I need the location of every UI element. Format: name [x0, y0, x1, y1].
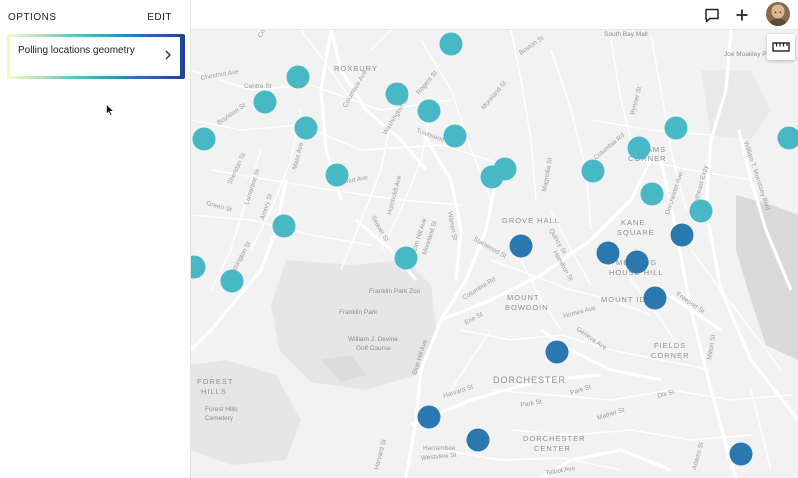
label-park-st: Park St: [520, 398, 542, 409]
options-header: OPTIONS EDIT: [0, 0, 191, 34]
label-erie-st: Erie St: [464, 311, 485, 327]
road-warren-st: [419, 129, 463, 281]
app-window: OPTIONS EDIT Polling locations geometry: [0, 0, 798, 478]
polling-location-point[interactable]: [385, 82, 409, 106]
label-chestnut-ave: Sheridan St: [226, 152, 247, 186]
polling-location-point[interactable]: [640, 182, 664, 206]
label-mount-bowdoin-1: MOUNT: [507, 293, 540, 302]
mouse-cursor-icon: [106, 104, 114, 116]
layer-card-body[interactable]: Polling locations geometry: [10, 37, 180, 76]
map-canvas[interactable]: Columbus Ave Washington St Washington St…: [191, 30, 798, 478]
avatar-photo: [766, 2, 790, 26]
polling-location-point[interactable]: [643, 286, 667, 310]
polling-location-point[interactable]: [729, 442, 753, 466]
label-green-st: Green St: [205, 200, 232, 214]
label-mather-st: Mather St: [596, 406, 625, 421]
label-golf-course-1: William J. Devine: [348, 336, 398, 343]
polling-location-point[interactable]: [272, 214, 296, 238]
label-dorchester-center-2: CENTER: [534, 444, 571, 453]
options-panel: OPTIONS EDIT Polling locations geometry: [0, 0, 191, 478]
polling-location-point[interactable]: [689, 199, 713, 223]
polling-location-point[interactable]: [417, 405, 441, 429]
label-dorchester-center-1: DORCHESTER: [523, 434, 586, 443]
label-mill-st: Milton St: [706, 334, 717, 360]
label-columbus-ave: Columbus Ave: [257, 30, 284, 39]
label-boston-st: Bynner St: [629, 86, 643, 116]
park-east: [701, 70, 771, 140]
polling-location-point[interactable]: [191, 255, 206, 279]
label-forest-hills-1: FOREST: [197, 377, 233, 386]
edit-button[interactable]: EDIT: [147, 12, 172, 23]
label-dix-st: Dix St: [657, 389, 676, 400]
label-magnolia-st: Magnolia St: [541, 157, 554, 192]
label-franklin-park-zoo: Franklin Park Zoo: [369, 288, 421, 295]
polling-location-point[interactable]: [545, 340, 569, 364]
polling-location-point[interactable]: [777, 126, 798, 150]
label-westview-st: Westview St: [421, 452, 457, 462]
polling-location-point[interactable]: [443, 124, 467, 148]
options-title: OPTIONS: [8, 12, 57, 23]
ruler-icon: [772, 42, 790, 52]
label-homes-ave: Homes Ave: [563, 304, 597, 319]
label-talbot-ave: Talbot Ave: [545, 465, 576, 477]
label-lamartine-st: Lamartine St: [243, 168, 261, 205]
polling-location-point[interactable]: [466, 428, 490, 452]
label-harvard-st: Harvard St: [442, 384, 474, 400]
plus-icon[interactable]: [733, 6, 751, 24]
layer-label: Polling locations geometry: [18, 45, 135, 56]
label-grove-hall: GROVE HALL: [502, 216, 560, 225]
comment-icon[interactable]: [703, 6, 721, 24]
label-kane-square-2: SQUARE: [617, 228, 655, 237]
label-roxbury: ROXBURY: [334, 64, 378, 73]
label-forest-hills-2: HILLS: [201, 387, 227, 396]
label-moreland-st-2: Moreland St: [480, 80, 508, 111]
measure-tool-button[interactable]: [767, 34, 795, 60]
label-park-st-2: Park St: [569, 384, 592, 397]
label-dorchester: DORCHESTER: [493, 375, 566, 385]
basemap[interactable]: Columbus Ave Washington St Washington St…: [191, 30, 798, 478]
polling-location-point[interactable]: [192, 127, 216, 151]
avatar[interactable]: [766, 2, 790, 26]
label-harrambee: Harrambee: [423, 445, 456, 452]
label-warren-st: Warren St: [446, 211, 458, 241]
label-kane-square-1: KANE: [621, 218, 645, 227]
polling-location-point[interactable]: [581, 159, 605, 183]
polling-location-point[interactable]: [664, 116, 688, 140]
label-fields-corner-2: CORNER: [651, 351, 690, 360]
label-harvard-st-2: Harvard St: [373, 439, 388, 471]
polling-location-point[interactable]: [509, 234, 533, 258]
label-cemetery-2: Cemetery: [205, 415, 234, 422]
label-trone-st: Adams St: [691, 441, 705, 470]
road-freeport-st: [660, 288, 722, 332]
chevron-right-icon[interactable]: [162, 48, 174, 62]
polling-location-point[interactable]: [394, 246, 418, 270]
polling-location-point[interactable]: [627, 136, 651, 160]
polling-location-point[interactable]: [493, 157, 517, 181]
polling-location-point[interactable]: [294, 116, 318, 140]
layer-card-polling-locations[interactable]: Polling locations geometry: [7, 34, 185, 79]
polling-location-point[interactable]: [625, 250, 649, 274]
polling-location-point[interactable]: [596, 241, 620, 265]
water-area: [736, 195, 798, 360]
polling-location-point[interactable]: [253, 90, 277, 114]
label-franklin-park: Franklin Park: [339, 309, 378, 316]
label-geneva-ave: Geneva Ave: [575, 326, 608, 352]
label-centre-st: Centre St: [244, 83, 272, 90]
polling-location-point[interactable]: [220, 269, 244, 293]
label-regent-st: Regent St: [415, 69, 439, 96]
park-areas: [191, 70, 798, 465]
label-mount-bowdoin-2: BOWDOIN: [505, 303, 549, 312]
label-fields-corner-1: FIELDS: [654, 341, 686, 350]
polling-location-point[interactable]: [286, 65, 310, 89]
label-south-bay-mall: South Bay Mall: [604, 31, 648, 38]
polling-location-point[interactable]: [670, 223, 694, 247]
label-boylston-st: Boylston St: [216, 102, 247, 127]
polling-location-point[interactable]: [439, 32, 463, 56]
polling-location-point[interactable]: [325, 163, 349, 187]
label-columbia-rd-2: Columbia Rd: [593, 132, 627, 162]
label-golf-course-2: Golf Course: [356, 345, 391, 352]
polling-location-point[interactable]: [417, 99, 441, 123]
label-cemetery-1: Forest Hills: [205, 406, 238, 413]
label-albany-st: Boston St: [518, 35, 545, 57]
